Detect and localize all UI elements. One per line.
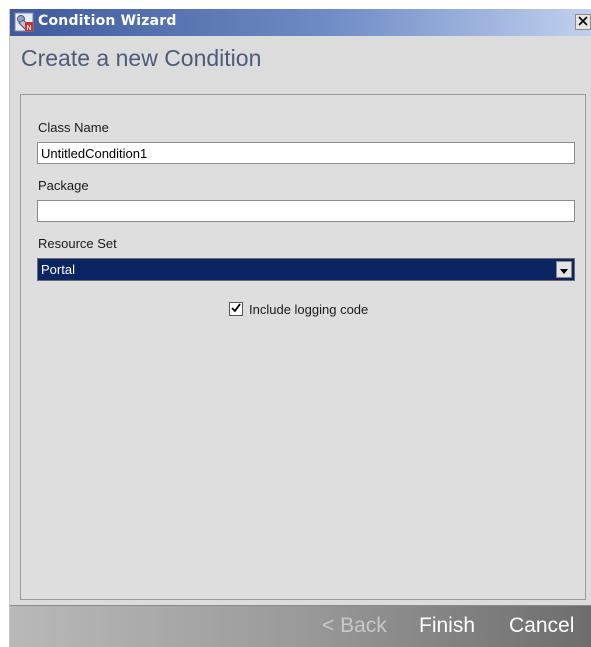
include-logging-row[interactable]: Include logging code (229, 300, 368, 318)
close-icon (578, 13, 588, 31)
resource-set-value: Portal (41, 262, 75, 277)
checkmark-icon (231, 300, 241, 318)
button-bar: < Back Finish Cancel (10, 605, 591, 647)
page-title: Create a new Condition (21, 45, 262, 71)
chevron-down-icon (560, 261, 568, 279)
package-label: Package (38, 178, 89, 193)
cancel-button[interactable]: Cancel (509, 614, 574, 638)
finish-button[interactable]: Finish (419, 614, 475, 638)
condition-wizard-dialog: N Condition Wizard Create a new Conditio… (9, 9, 591, 647)
include-logging-label: Include logging code (249, 301, 369, 317)
wizard-app-icon: N (14, 12, 34, 32)
back-button[interactable]: < Back (322, 614, 387, 638)
window-title: Condition Wizard (38, 13, 177, 29)
wizard-content-panel: Class Name Package Resource Set Portal I… (20, 94, 586, 600)
resource-set-label: Resource Set (38, 236, 117, 251)
dropdown-arrow-button[interactable] (556, 261, 572, 278)
close-button[interactable] (575, 14, 591, 30)
resource-set-select[interactable]: Portal (37, 258, 575, 281)
svg-text:N: N (26, 24, 31, 32)
wizard-header: Create a new Condition (10, 36, 591, 94)
package-input[interactable] (37, 200, 575, 222)
include-logging-checkbox[interactable] (229, 302, 243, 316)
title-bar[interactable]: N Condition Wizard (10, 9, 591, 36)
class-name-input[interactable] (37, 142, 575, 164)
class-name-label: Class Name (38, 120, 109, 135)
